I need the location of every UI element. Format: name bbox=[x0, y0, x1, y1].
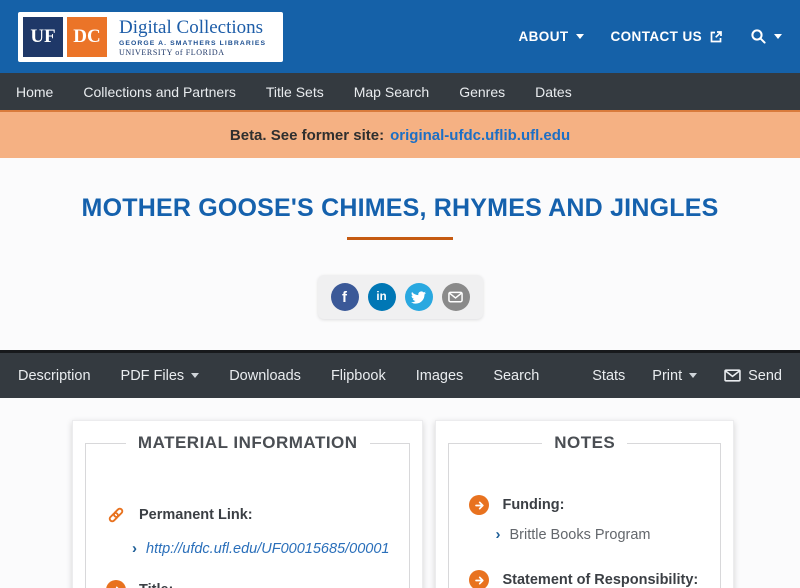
social-share-bar: f in bbox=[317, 275, 483, 319]
nav-home[interactable]: Home bbox=[16, 84, 53, 100]
dc-logo-square: DC bbox=[67, 16, 107, 57]
link-icon bbox=[108, 507, 124, 523]
material-information-title: MATERIAL INFORMATION bbox=[137, 433, 358, 452]
facebook-share-button[interactable]: f bbox=[330, 283, 359, 311]
main-nav: Home Collections and Partners Title Sets… bbox=[0, 73, 800, 110]
uf-logo-square: UF bbox=[23, 16, 63, 57]
envelope-icon bbox=[448, 291, 463, 303]
notes-card: NOTES Funding: › Brittle Books Program S… bbox=[435, 420, 734, 588]
statement-label: Statement of Responsibility: bbox=[502, 572, 699, 588]
chevron-down-icon bbox=[689, 373, 698, 378]
linkedin-share-button[interactable]: in bbox=[367, 283, 396, 311]
logo-text: Digital Collections GEORGE A. SMATHERS L… bbox=[111, 17, 278, 57]
chevron-down-icon bbox=[191, 373, 200, 378]
arrow-circle-right-icon bbox=[469, 495, 490, 515]
site-header: UF DC Digital Collections GEORGE A. SMAT… bbox=[0, 0, 800, 73]
contact-us-link[interactable]: CONTACT US bbox=[611, 29, 724, 44]
tab-pdf-files[interactable]: PDF Files bbox=[121, 368, 200, 384]
tab-description[interactable]: Description bbox=[18, 368, 91, 384]
logo-title: Digital Collections bbox=[119, 16, 264, 38]
send-button[interactable]: Send bbox=[724, 368, 782, 384]
chevron-down-icon bbox=[774, 34, 782, 39]
email-share-button[interactable] bbox=[441, 283, 470, 311]
arrow-circle-right-icon bbox=[106, 580, 126, 588]
metadata-cards-row: MATERIAL INFORMATION Permanent Link: › h… bbox=[0, 398, 800, 588]
funding-label-row: Funding: bbox=[469, 495, 700, 515]
tab-images[interactable]: Images bbox=[416, 368, 464, 384]
nav-map-search[interactable]: Map Search bbox=[354, 84, 429, 100]
material-information-card: MATERIAL INFORMATION Permanent Link: › h… bbox=[72, 420, 424, 588]
notes-title: NOTES bbox=[554, 433, 616, 452]
nav-dates[interactable]: Dates bbox=[535, 84, 572, 100]
beta-banner: Beta. See former site: original-ufdc.ufl… bbox=[0, 110, 800, 158]
title-label: Title: bbox=[139, 582, 173, 588]
nav-genres[interactable]: Genres bbox=[459, 84, 505, 100]
contact-us-label: CONTACT US bbox=[610, 29, 702, 44]
facebook-icon: f bbox=[342, 288, 347, 306]
envelope-icon bbox=[724, 369, 741, 382]
page-title: MOTHER GOOSE'S CHIMES, RHYMES AND JINGLE… bbox=[81, 194, 719, 222]
print-label: Print bbox=[652, 367, 683, 384]
ufdc-logo[interactable]: UF DC Digital Collections GEORGE A. SMAT… bbox=[18, 11, 284, 62]
linkedin-icon: in bbox=[376, 291, 387, 303]
logo-subtitle-libraries: GEORGE A. SMATHERS LIBRARIES bbox=[119, 39, 267, 47]
funding-value: Brittle Books Program bbox=[509, 527, 651, 543]
logo-subtitle-university: UNIVERSITY of FLORIDA bbox=[119, 47, 225, 57]
pdf-files-label: PDF Files bbox=[120, 367, 185, 384]
permanent-link-label-row: Permanent Link: bbox=[106, 505, 389, 525]
funding-label: Funding: bbox=[502, 497, 565, 513]
funding-value-row: › Brittle Books Program bbox=[495, 525, 700, 546]
beta-banner-text: Beta. See former site: bbox=[229, 126, 385, 144]
external-link-icon bbox=[710, 30, 722, 42]
twitter-share-button[interactable] bbox=[404, 283, 433, 311]
permanent-link-value-row: › http://ufdc.ufl.edu/UF00015685/00001 bbox=[132, 539, 389, 560]
search-menu[interactable] bbox=[750, 28, 782, 45]
arrow-circle-right-icon bbox=[469, 570, 490, 588]
statement-label-row: Statement of Responsibility: bbox=[469, 570, 700, 588]
send-label: Send bbox=[748, 367, 782, 384]
print-button[interactable]: Print bbox=[652, 367, 698, 384]
former-site-link[interactable]: original-ufdc.uflib.ufl.edu bbox=[390, 127, 570, 144]
chevron-right-icon: › bbox=[495, 526, 501, 543]
toolbar-left-group: Description PDF Files Downloads Flipbook… bbox=[18, 368, 539, 384]
header-menu: ABOUT CONTACT US bbox=[519, 28, 782, 45]
permanent-link-url[interactable]: http://ufdc.ufl.edu/UF00015685/00001 bbox=[146, 539, 389, 560]
main-content: MOTHER GOOSE'S CHIMES, RHYMES AND JINGLE… bbox=[0, 158, 800, 588]
search-icon bbox=[751, 29, 766, 44]
title-label-row: Title: bbox=[106, 580, 389, 588]
tab-flipbook[interactable]: Flipbook bbox=[331, 368, 386, 384]
about-menu[interactable]: ABOUT bbox=[519, 29, 584, 44]
title-divider bbox=[347, 237, 453, 240]
permanent-link-label: Permanent Link: bbox=[139, 507, 253, 523]
notes-fieldset: NOTES Funding: › Brittle Books Program S… bbox=[448, 433, 721, 588]
item-toolbar: Description PDF Files Downloads Flipbook… bbox=[0, 350, 800, 398]
tab-downloads[interactable]: Downloads bbox=[229, 368, 301, 384]
tab-search[interactable]: Search bbox=[493, 368, 539, 384]
nav-title-sets[interactable]: Title Sets bbox=[266, 84, 324, 100]
stats-button[interactable]: Stats bbox=[592, 368, 625, 384]
chevron-right-icon: › bbox=[132, 540, 137, 557]
nav-collections-and-partners[interactable]: Collections and Partners bbox=[83, 84, 236, 100]
chevron-down-icon bbox=[575, 34, 584, 39]
about-label: ABOUT bbox=[518, 29, 569, 44]
twitter-icon bbox=[411, 290, 426, 304]
material-information-fieldset: MATERIAL INFORMATION Permanent Link: › h… bbox=[85, 433, 411, 588]
toolbar-right-group: Stats Print Send bbox=[592, 368, 782, 384]
